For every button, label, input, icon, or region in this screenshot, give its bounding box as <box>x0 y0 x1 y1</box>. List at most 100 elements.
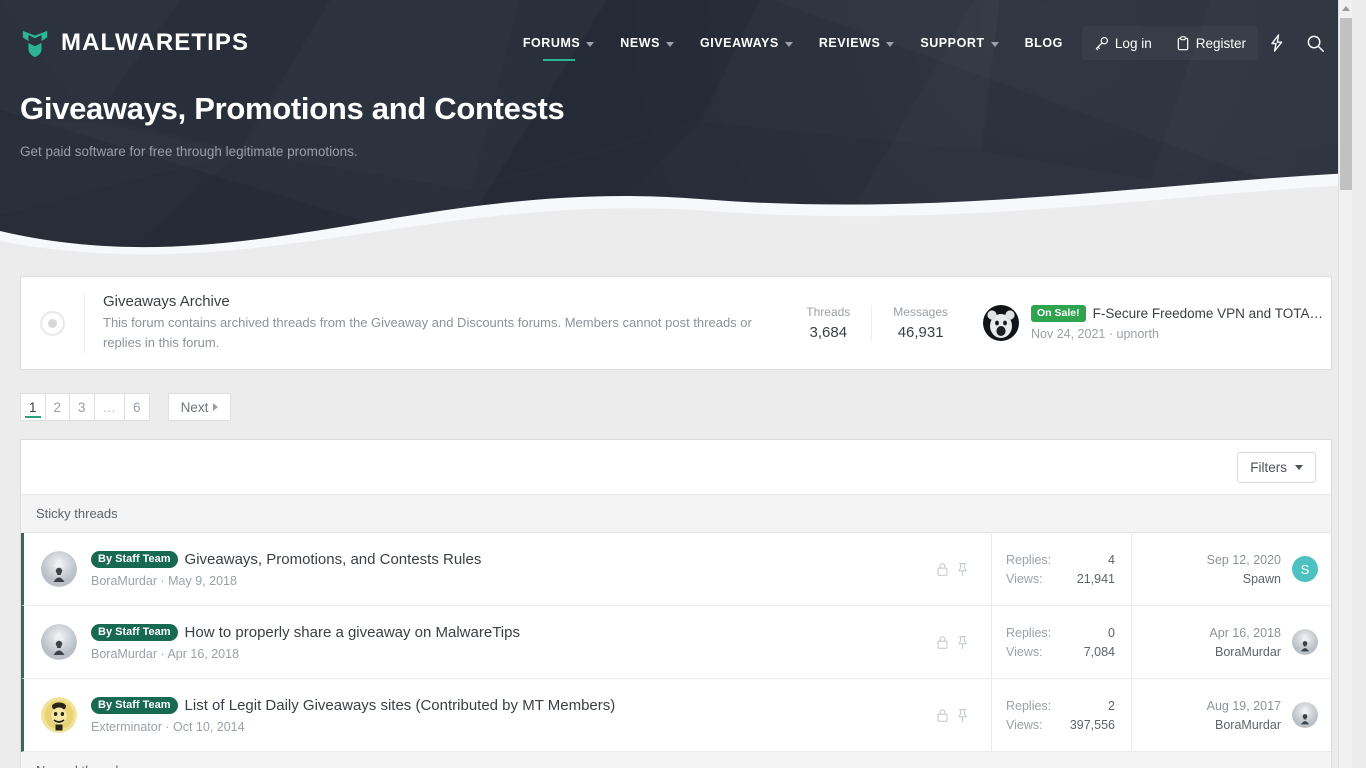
page-2[interactable]: 2 <box>44 393 71 421</box>
thread-list-toolbar: Filters <box>21 440 1331 495</box>
thread-meta: BoraMurdar · May 9, 2018 <box>91 574 481 588</box>
borarmurdar-avatar[interactable] <box>1292 702 1318 728</box>
chevron-down-icon <box>784 41 793 47</box>
borarmurdar-avatar[interactable] <box>41 551 77 587</box>
pin-icon <box>958 562 967 576</box>
page-6[interactable]: 6 <box>124 393 150 421</box>
main-content: Giveaways Archive This forum contains ar… <box>0 276 1352 768</box>
page-ellipsis: … <box>93 393 126 421</box>
next-page-button[interactable]: Next <box>167 393 232 421</box>
page-subtitle: Get paid software for free through legit… <box>20 144 358 159</box>
pin-icon <box>958 708 967 722</box>
stat-messages-value: 46,931 <box>897 324 944 341</box>
thread-author[interactable]: BoraMurdar <box>91 647 157 661</box>
malwaretips-shield-logo <box>22 30 48 58</box>
exterminator-avatar[interactable] <box>41 697 77 733</box>
lock-icon <box>937 635 948 649</box>
thread-last-post-cell[interactable]: Sep 12, 2020 Spawn S <box>1131 533 1331 605</box>
lock-icon <box>937 708 948 722</box>
thread-stats-cell: Replies: 2 Views: 397,556 <box>991 679 1131 751</box>
thread-author[interactable]: Exterminator <box>91 720 162 734</box>
thread-title[interactable]: How to properly share a giveaway on Malw… <box>185 624 520 641</box>
thread-meta: Exterminator · Oct 10, 2014 <box>91 720 615 734</box>
thread-title-line: By Staff Team How to properly share a gi… <box>91 623 520 641</box>
nav-item-support[interactable]: SUPPORT <box>907 17 1011 69</box>
browser-viewport: MALWARETIPS FORUMS NEWS GIVEAWAYS REVIEW… <box>0 0 1366 768</box>
login-label: Log in <box>1114 35 1152 51</box>
scrollbar-thumb[interactable] <box>1340 18 1352 190</box>
forum-node-info: Giveaways Archive This forum contains ar… <box>85 293 785 353</box>
last-post-user[interactable]: upnorth <box>1117 327 1159 341</box>
auth-group: Log in Register <box>1082 26 1258 60</box>
thread-replies-row: Replies: 0 <box>1006 626 1115 640</box>
polar-bear-avatar[interactable] <box>983 305 1019 341</box>
on-sale-badge: On Sale! <box>1031 305 1086 322</box>
brand-logo-link[interactable]: MALWARETIPS <box>20 23 249 63</box>
nav-item-blog[interactable]: BLOG <box>1012 17 1076 69</box>
thread-last-post-user[interactable]: Spawn <box>1207 572 1281 586</box>
lock-icon <box>937 562 948 576</box>
thread-views-row: Views: 397,556 <box>1006 718 1115 732</box>
nav-item-giveaways-label: GIVEAWAYS <box>700 36 779 50</box>
chevron-up-icon <box>1342 5 1350 11</box>
thread-replies-label: Replies: <box>1006 552 1052 567</box>
nav-item-news[interactable]: NEWS <box>607 17 687 69</box>
page-3[interactable]: 3 <box>69 393 95 421</box>
page-root: MALWARETIPS FORUMS NEWS GIVEAWAYS REVIEW… <box>0 0 1352 768</box>
thread-status-icons <box>924 562 981 577</box>
thread-views-row: Views: 21,941 <box>1006 572 1115 586</box>
thread-body: By Staff Team List of Legit Daily Giveaw… <box>91 696 616 734</box>
nav-menu: FORUMS NEWS GIVEAWAYS REVIEWS SUPPORT BL… <box>510 17 1334 69</box>
table-row[interactable]: By Staff Team How to properly share a gi… <box>21 606 1331 679</box>
stat-messages: Messages 46,931 <box>871 305 969 341</box>
login-button[interactable]: Log in <box>1082 26 1164 60</box>
nav-item-giveaways[interactable]: GIVEAWAYS <box>687 17 806 69</box>
wave-divider <box>0 173 1352 258</box>
borarmurdar-avatar[interactable] <box>1292 629 1318 655</box>
thread-last-post-cell[interactable]: Aug 19, 2017 BoraMurdar <box>1131 679 1331 751</box>
chevron-down-icon <box>586 41 595 47</box>
nav-item-forums[interactable]: FORUMS <box>510 17 607 69</box>
stat-threads-value: 3,684 <box>809 324 848 341</box>
page-1[interactable]: 1 <box>20 393 46 421</box>
register-label: Register <box>1195 35 1246 51</box>
chevron-down-icon <box>1295 464 1303 470</box>
thread-last-post-text: Sep 12, 2020 Spawn <box>1207 553 1281 586</box>
thread-views-value: 21,941 <box>1076 571 1115 586</box>
forum-node-row[interactable]: Giveaways Archive This forum contains ar… <box>21 277 1331 369</box>
thread-last-post-user[interactable]: BoraMurdar <box>1209 645 1281 659</box>
lightning-bolt-icon <box>1271 34 1283 52</box>
whats-new-button[interactable] <box>1258 26 1296 60</box>
nav-item-reviews[interactable]: REVIEWS <box>806 17 908 69</box>
thread-author[interactable]: BoraMurdar <box>91 574 157 588</box>
last-post-title[interactable]: F-Secure Freedome VPN and TOTAL 50% - B.… <box>1093 306 1323 321</box>
thread-meta-separator: · <box>160 646 165 661</box>
search-button[interactable] <box>1296 26 1334 60</box>
thread-views-label: Views: <box>1006 571 1043 586</box>
borarmurdar-avatar[interactable] <box>41 624 77 660</box>
hero-header: MALWARETIPS FORUMS NEWS GIVEAWAYS REVIEW… <box>0 0 1352 258</box>
thread-views-label: Views: <box>1006 717 1043 732</box>
forum-node-title[interactable]: Giveaways Archive <box>103 293 765 310</box>
table-row[interactable]: By Staff Team Giveaways, Promotions, and… <box>21 533 1331 606</box>
forum-node-last-post[interactable]: On Sale! F-Secure Freedome VPN and TOTAL… <box>983 305 1331 341</box>
thread-replies-value: 4 <box>1108 552 1115 567</box>
top-navigation-bar: MALWARETIPS FORUMS NEWS GIVEAWAYS REVIEW… <box>0 0 1352 86</box>
clipboard-icon <box>1177 35 1189 50</box>
thread-title[interactable]: List of Legit Daily Giveaways sites (Con… <box>185 697 616 714</box>
page-scrollbar[interactable] <box>1338 0 1352 768</box>
register-button[interactable]: Register <box>1164 26 1258 60</box>
table-row[interactable]: By Staff Team List of Legit Daily Giveaw… <box>21 679 1331 752</box>
forum-read-circle-icon <box>40 310 65 336</box>
section-header-normal: Normal threads <box>21 752 1331 768</box>
letter-avatar[interactable]: S <box>1292 556 1318 582</box>
thread-views-row: Views: 7,084 <box>1006 645 1115 659</box>
thread-title[interactable]: Giveaways, Promotions, and Contests Rule… <box>185 551 482 568</box>
scrollbar-up-button[interactable] <box>1339 0 1352 16</box>
filters-button[interactable]: Filters <box>1237 451 1316 483</box>
chevron-right-icon <box>213 403 219 411</box>
filters-label: Filters <box>1250 459 1287 475</box>
thread-last-post-user[interactable]: BoraMurdar <box>1207 718 1281 732</box>
thread-last-post-cell[interactable]: Apr 16, 2018 BoraMurdar <box>1131 606 1331 678</box>
thread-views-value: 397,556 <box>1069 717 1115 732</box>
